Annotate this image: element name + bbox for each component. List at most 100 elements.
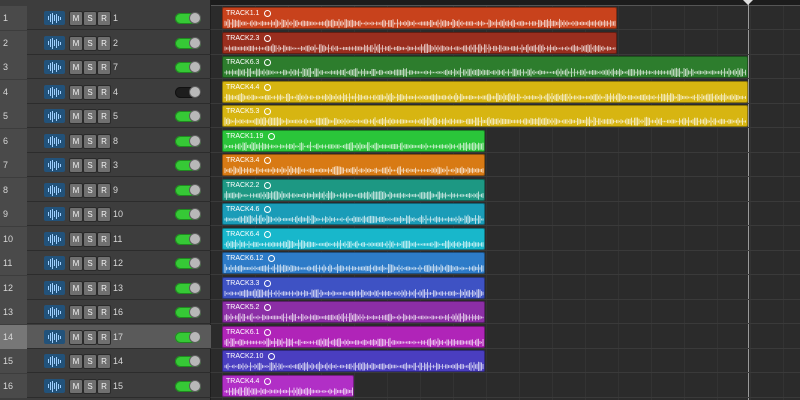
track-header[interactable]: 2MSR2 — [0, 31, 211, 55]
solo-button[interactable]: S — [83, 85, 97, 100]
track-header[interactable]: 3 MSR7 — [0, 55, 211, 79]
mute-button[interactable]: M — [69, 85, 83, 100]
track-name[interactable]: 15 — [113, 374, 123, 398]
track-on-off-toggle[interactable] — [175, 159, 201, 171]
audio-region[interactable]: TRACK2.2 — [222, 179, 485, 201]
solo-button[interactable]: S — [83, 281, 97, 296]
solo-button[interactable]: S — [83, 158, 97, 173]
solo-button[interactable]: S — [83, 36, 97, 51]
track-header[interactable]: 10 M S R 11 — [0, 227, 211, 251]
track-on-off-toggle[interactable] — [175, 86, 201, 98]
track-name[interactable]: 1 — [113, 6, 118, 30]
record-arm-button[interactable]: R — [97, 85, 111, 100]
track-name[interactable]: 7 — [113, 55, 118, 79]
track-name[interactable]: 5 — [113, 104, 118, 128]
track-name[interactable]: 2 — [113, 31, 118, 55]
mute-button[interactable]: M — [69, 109, 83, 124]
solo-button[interactable]: S — [83, 60, 97, 75]
track-on-off-toggle[interactable] — [175, 184, 201, 196]
record-arm-button[interactable]: R — [97, 183, 111, 198]
track-on-off-toggle[interactable] — [175, 233, 201, 245]
track-on-off-toggle[interactable] — [175, 208, 201, 220]
mute-button[interactable]: M — [69, 330, 83, 345]
solo-button[interactable]: S — [83, 354, 97, 369]
track-header[interactable]: 1MSR1 — [0, 6, 211, 30]
record-arm-button[interactable]: R — [97, 11, 111, 26]
solo-button[interactable]: S — [83, 379, 97, 394]
mute-button[interactable]: M — [69, 207, 83, 222]
record-arm-button[interactable]: R — [97, 354, 111, 369]
audio-region[interactable]: TRACK2.3 — [222, 32, 617, 54]
mute-button[interactable]: M — [69, 183, 83, 198]
audio-region[interactable]: TRACK3.3 — [222, 277, 485, 299]
track-name[interactable]: 3 — [113, 153, 118, 177]
audio-region[interactable]: TRACK4.6 — [222, 203, 485, 225]
arrange-area[interactable]: TRACK1.1 TRACK2.3 TRACK6.3 TRACK4.4 TRACK5.3… — [211, 0, 800, 400]
record-arm-button[interactable]: R — [97, 109, 111, 124]
record-arm-button[interactable]: R — [97, 60, 111, 75]
audio-region[interactable]: TRACK5.3 — [222, 105, 748, 127]
audio-region[interactable]: TRACK6.12 — [222, 252, 485, 274]
track-header[interactable]: 13 M S R 16 — [0, 300, 211, 324]
audio-region[interactable]: TRACK5.2 — [222, 301, 485, 323]
track-name[interactable]: 11 — [113, 227, 122, 251]
record-arm-button[interactable]: R — [97, 134, 111, 149]
track-header[interactable]: 8 MSR9 — [0, 178, 211, 202]
track-on-off-toggle[interactable] — [175, 37, 201, 49]
track-on-off-toggle[interactable] — [175, 61, 201, 73]
track-name[interactable]: 12 — [113, 251, 123, 275]
track-name[interactable]: 10 — [113, 202, 123, 226]
playhead[interactable] — [748, 0, 749, 400]
track-name[interactable]: 8 — [113, 129, 118, 153]
track-header[interactable]: 11 M S R 12 — [0, 251, 211, 275]
solo-button[interactable]: S — [83, 305, 97, 320]
audio-region[interactable]: TRACK6.3 — [222, 56, 748, 78]
audio-region[interactable]: TRACK6.4 — [222, 228, 485, 250]
track-on-off-toggle[interactable] — [175, 306, 201, 318]
audio-region[interactable]: TRACK4.4 — [222, 375, 354, 397]
track-header[interactable]: 14 M S R 17 — [0, 325, 211, 349]
record-arm-button[interactable]: R — [97, 305, 111, 320]
audio-region[interactable]: TRACK6.1 — [222, 326, 485, 348]
record-arm-button[interactable]: R — [97, 158, 111, 173]
record-arm-button[interactable]: R — [97, 379, 111, 394]
solo-button[interactable]: S — [83, 256, 97, 271]
track-name[interactable]: 4 — [113, 80, 118, 104]
audio-region[interactable]: TRACK1.1 — [222, 7, 617, 29]
track-name[interactable]: 14 — [113, 349, 123, 373]
record-arm-button[interactable]: R — [97, 281, 111, 296]
track-on-off-toggle[interactable] — [175, 12, 201, 24]
record-arm-button[interactable]: R — [97, 36, 111, 51]
track-on-off-toggle[interactable] — [175, 257, 201, 269]
playhead-marker-icon[interactable] — [743, 0, 753, 5]
solo-button[interactable]: S — [83, 183, 97, 198]
record-arm-button[interactable]: R — [97, 330, 111, 345]
track-name[interactable]: 16 — [113, 300, 123, 324]
track-header[interactable]: 4MSR4 — [0, 80, 211, 104]
mute-button[interactable]: M — [69, 36, 83, 51]
record-arm-button[interactable]: R — [97, 232, 111, 247]
track-header[interactable]: 16 M S R 15 — [0, 374, 211, 398]
solo-button[interactable]: S — [83, 330, 97, 345]
audio-region[interactable]: TRACK4.4 — [222, 81, 748, 103]
record-arm-button[interactable]: R — [97, 207, 111, 222]
track-on-off-toggle[interactable] — [175, 110, 201, 122]
track-name[interactable]: 17 — [113, 325, 123, 349]
track-header[interactable]: 6 MSR8 — [0, 129, 211, 153]
mute-button[interactable]: M — [69, 11, 83, 26]
mute-button[interactable]: M — [69, 379, 83, 394]
track-header[interactable]: 9 M S R 10 — [0, 202, 211, 226]
timeline-ruler[interactable] — [211, 0, 800, 6]
track-name[interactable]: 13 — [113, 276, 123, 300]
mute-button[interactable]: M — [69, 232, 83, 247]
record-arm-button[interactable]: R — [97, 256, 111, 271]
mute-button[interactable]: M — [69, 256, 83, 271]
track-on-off-toggle[interactable] — [175, 380, 201, 392]
mute-button[interactable]: M — [69, 281, 83, 296]
solo-button[interactable]: S — [83, 134, 97, 149]
track-on-off-toggle[interactable] — [175, 331, 201, 343]
audio-region[interactable]: TRACK2.10 — [222, 350, 485, 372]
track-on-off-toggle[interactable] — [175, 355, 201, 367]
audio-region[interactable]: TRACK1.19 — [222, 130, 485, 152]
track-name[interactable]: 9 — [113, 178, 118, 202]
